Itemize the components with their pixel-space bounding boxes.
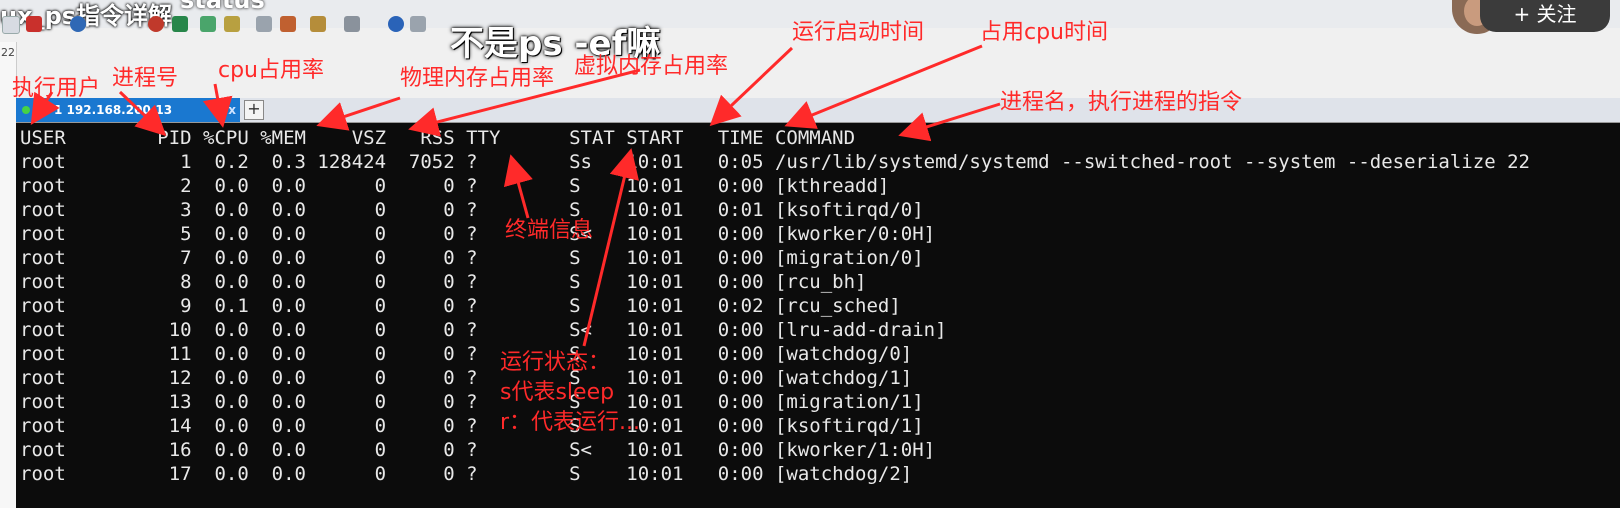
arrow-mem bbox=[316, 96, 401, 131]
annotation-time: 占用cpu时间 bbox=[980, 20, 1109, 45]
arrow-pid bbox=[118, 90, 167, 137]
annotation-command: 进程名，执行进程的指令 bbox=[1000, 90, 1243, 115]
annotation-tty: 终端信息 bbox=[505, 218, 594, 243]
annotation-vsz: 虚拟内存占用率 bbox=[574, 54, 729, 79]
annotation-stat-2: s代表sleep bbox=[500, 380, 615, 405]
annotation-cpu: cpu占用率 bbox=[218, 58, 325, 83]
annotation-pid: 进程号 bbox=[112, 66, 179, 91]
annotation-stat-1: 运行状态： bbox=[500, 350, 611, 375]
annotation-start: 运行启动时间 bbox=[792, 20, 925, 45]
arrow-command bbox=[898, 102, 1001, 142]
arrow-tty bbox=[503, 154, 533, 219]
arrow-stat bbox=[582, 148, 639, 347]
app-window: ux_ps指令详解 status 22 不是ps -ef嘛 + 关注 1 192… bbox=[0, 0, 1620, 508]
annotation-stat-3: r：代表运行... bbox=[500, 410, 641, 435]
annotation-user: 执行用户 bbox=[12, 76, 101, 101]
arrow-time bbox=[784, 44, 983, 129]
arrow-cpu bbox=[202, 83, 233, 128]
annotation-mem: 物理内存占用率 bbox=[400, 66, 555, 91]
